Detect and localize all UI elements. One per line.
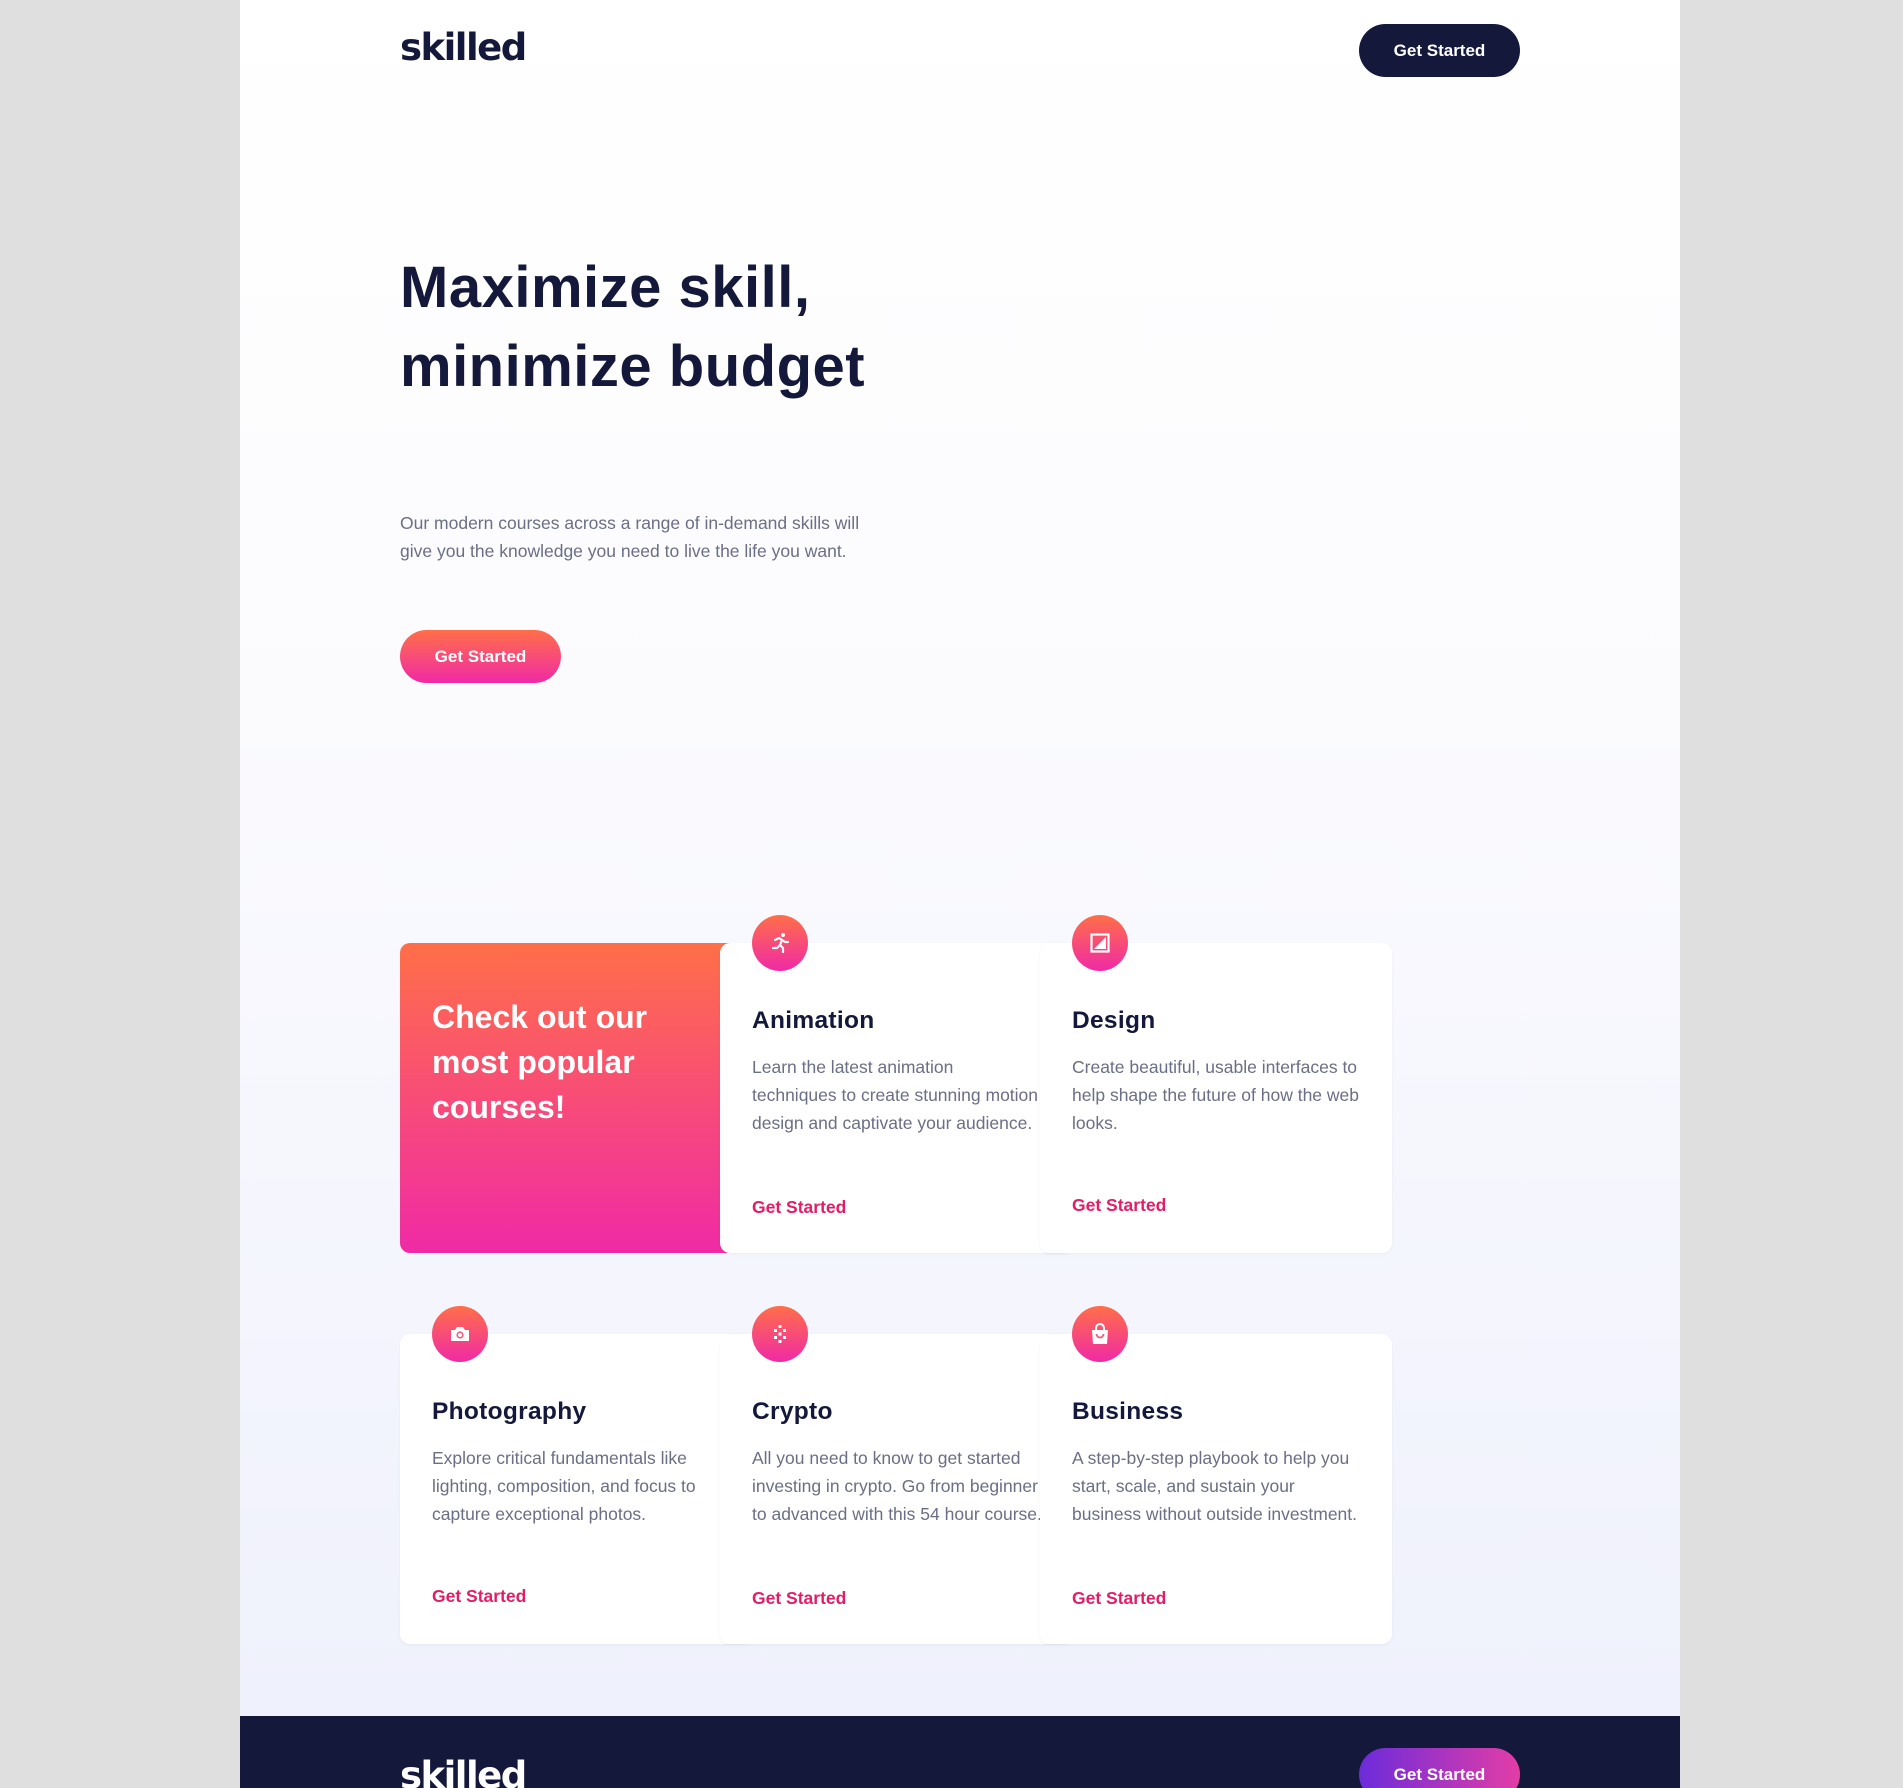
hero-description: Our modern courses across a range of in-… (400, 513, 860, 561)
course-get-started-link[interactable]: Get Started (1072, 1195, 1166, 1216)
hero-get-started-button[interactable]: Get Started (400, 630, 561, 683)
page: skilled Get Started Maximize skill, mini… (240, 0, 1680, 1788)
top-navbar: skilled Get Started (400, 0, 1520, 100)
course-title: Crypto (752, 1398, 833, 1425)
course-get-started-link[interactable]: Get Started (1072, 1588, 1166, 1609)
logo[interactable]: skilled (400, 26, 527, 69)
course-description: All you need to know to get started inve… (752, 1448, 1042, 1524)
course-description: Explore critical fundamentals like light… (432, 1448, 696, 1524)
course-card-design: Design Create beautiful, usable interfac… (1040, 915, 1392, 1253)
course-title: Business (1072, 1398, 1184, 1425)
crypto-pixels-icon (752, 1306, 808, 1362)
footer: skilled Get Started (240, 1716, 1680, 1788)
shopping-bag-icon (1072, 1306, 1128, 1362)
camera-icon (432, 1306, 488, 1362)
course-get-started-link[interactable]: Get Started (752, 1197, 846, 1218)
footer-logo[interactable]: skilled (400, 1754, 527, 1788)
course-card-photography: Photography Explore critical fundamental… (400, 1306, 752, 1644)
hero-title: Maximize skill, minimize budget (400, 255, 866, 399)
design-frame-icon (1072, 915, 1128, 971)
footer-get-started-button[interactable]: Get Started (1359, 1748, 1520, 1788)
promo-title: Check out our most popular courses! (432, 999, 648, 1125)
course-get-started-link[interactable]: Get Started (752, 1588, 846, 1609)
promo-card: Check out our most popular courses! (400, 943, 752, 1253)
course-title: Photography (432, 1398, 587, 1425)
course-card-animation: Animation Learn the latest animation tec… (720, 915, 1072, 1253)
course-title: Animation (752, 1007, 875, 1034)
course-description: A step-by-step playbook to help you star… (1072, 1448, 1358, 1524)
running-figure-icon (752, 915, 808, 971)
course-description: Learn the latest animation techniques to… (752, 1057, 1039, 1133)
course-card-business: Business A step-by-step playbook to help… (1040, 1306, 1392, 1644)
course-card-crypto: Crypto All you need to know to get start… (720, 1306, 1072, 1644)
course-title: Design (1072, 1007, 1156, 1034)
course-get-started-link[interactable]: Get Started (432, 1586, 526, 1607)
course-description: Create beautiful, usable interfaces to h… (1072, 1057, 1360, 1133)
header-get-started-button[interactable]: Get Started (1359, 24, 1520, 77)
